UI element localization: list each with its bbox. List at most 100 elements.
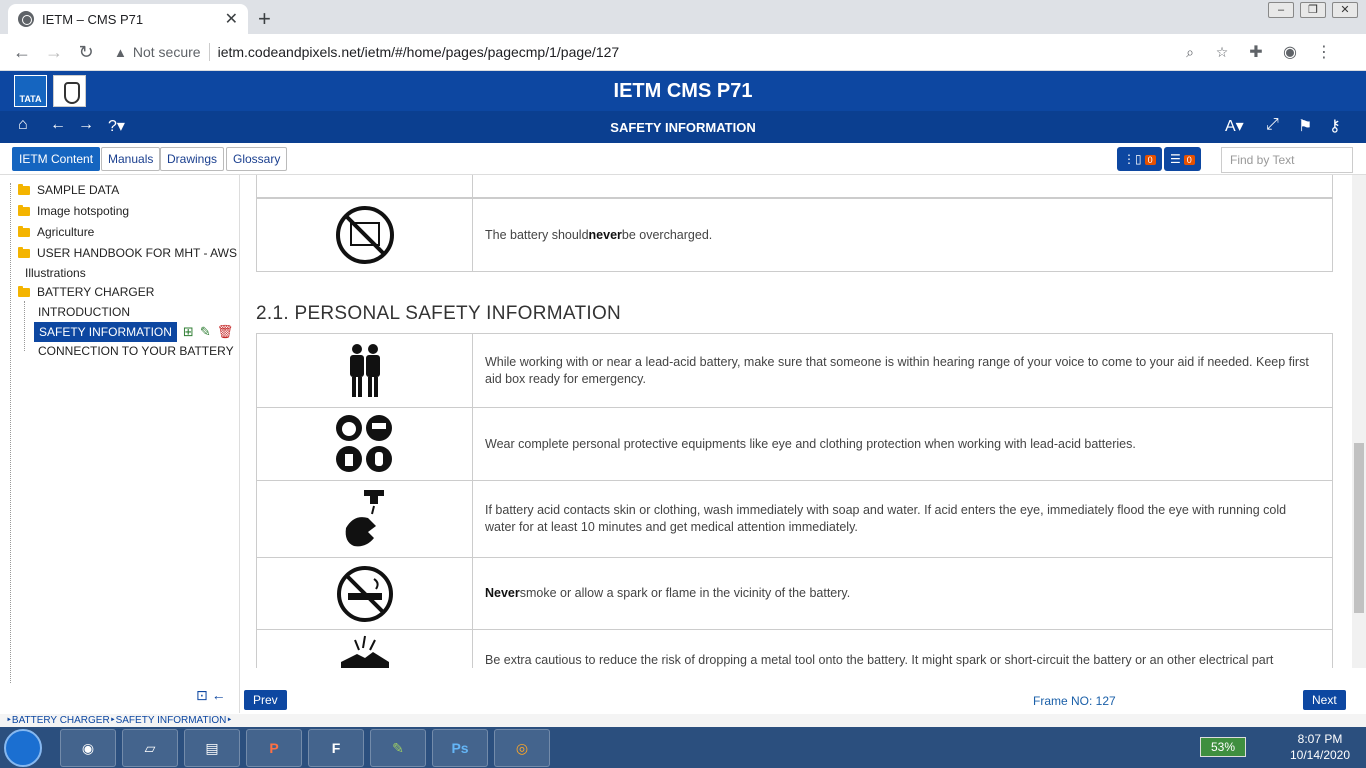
row-text-bold: Never <box>485 586 520 600</box>
folder-icon <box>18 183 30 195</box>
browser-tab[interactable]: IETM – CMS P71 ✕ <box>8 4 248 34</box>
profile-icon[interactable]: ◉ <box>1278 42 1302 62</box>
back-icon[interactable]: ← <box>10 42 34 63</box>
folder-icon <box>18 225 30 237</box>
tree-item-label: BATTERY CHARGER <box>37 285 155 299</box>
system-clock[interactable]: 8:07 PM 10/14/2020 <box>1285 731 1355 763</box>
icon-cell <box>257 558 473 629</box>
no-smoking-icon <box>336 565 393 622</box>
table-row: Wear complete personal protective equipm… <box>256 407 1333 481</box>
tree-item-label: Agriculture <box>37 225 95 239</box>
restore-button[interactable]: ❐ <box>1300 2 1326 18</box>
windows-taskbar: ◉ ▱ ▤ P F ✎ Ps ◎ 53% 8:07 PM 10/14/2020 <box>0 727 1366 768</box>
table-row: While working with or near a lead-acid b… <box>256 333 1333 408</box>
bookmark-icon[interactable]: ⚑ <box>1298 116 1312 136</box>
no-overcharge-icon <box>335 206 394 264</box>
icon-cell <box>257 481 473 557</box>
main-content: The battery should never be overcharged.… <box>240 175 1352 668</box>
tree-item-label: USER HANDBOOK FOR MHT - AWS <box>37 246 238 260</box>
start-button[interactable] <box>4 729 42 767</box>
add-page-icon[interactable]: ⊞ <box>183 324 194 340</box>
font-size-icon[interactable]: A▾ <box>1225 116 1244 136</box>
zoom-icon[interactable]: ⌕ <box>1178 44 1202 61</box>
close-tab-icon[interactable]: ✕ <box>225 9 238 29</box>
app-header: TATA IETM CMS P71 <box>0 71 1366 111</box>
omnibox[interactable]: ▲ Not secure ietm.codeandpixels.net/ietm… <box>114 38 1234 66</box>
tree-item-sample-data[interactable]: SAMPLE DATA <box>18 183 119 197</box>
tree-guide-line-child <box>24 301 25 351</box>
url-text[interactable]: ietm.codeandpixels.net/ietm/#/home/pages… <box>218 44 1170 60</box>
icon-cell <box>257 630 473 668</box>
breadcrumb[interactable]: ‣BATTERY CHARGER‣SAFETY INFORMATION‣ <box>0 714 1366 727</box>
tab-title: IETM – CMS P71 <box>42 11 144 27</box>
edit-icon[interactable]: ✎ <box>200 324 211 340</box>
new-tab-button[interactable]: + <box>258 6 271 32</box>
text-cell: While working with or near a lead-acid b… <box>485 354 1309 386</box>
icon-cell <box>257 199 473 271</box>
tree-item-agriculture[interactable]: Agriculture <box>18 225 94 239</box>
photoshop-icon[interactable]: Ps <box>432 729 488 767</box>
page-navigation: Prev Frame NO: 127 Next <box>240 690 1366 714</box>
powerpoint-icon[interactable]: P <box>246 729 302 767</box>
text-cell <box>473 175 1332 197</box>
sidebar-tree: SAMPLE DATA Image hotspoting Agriculture… <box>0 175 240 713</box>
delete-icon[interactable]: 🗑 <box>217 324 234 340</box>
fullscreen-icon[interactable]: ⤢ <box>1266 116 1279 134</box>
wash-hands-icon <box>345 490 384 547</box>
open-folder-icon <box>18 285 30 297</box>
ppe-equipment-icon <box>335 415 392 472</box>
window-controls: – ❐ ✕ <box>1268 2 1358 18</box>
app-title: IETM CMS P71 <box>613 80 753 102</box>
minimize-button[interactable]: – <box>1268 2 1294 18</box>
forward-icon[interactable]: → <box>42 42 66 63</box>
tree-item-safety-information[interactable]: SAFETY INFORMATION ⊞ ✎ 🗑 <box>34 322 233 342</box>
tree-item-user-handbook[interactable]: USER HANDBOOK FOR MHT - AWS <box>18 246 237 260</box>
chrome-icon[interactable]: ◉ <box>60 729 116 767</box>
row-text-bold: never <box>588 227 622 242</box>
next-button[interactable]: Next <box>1303 690 1346 710</box>
tab-drawings[interactable]: Drawings <box>160 147 225 171</box>
sticky-folder-icon[interactable]: ▱ <box>122 729 178 767</box>
bookmark-star-icon[interactable]: ☆ <box>1210 44 1234 61</box>
frame-number: Frame NO: 127 <box>1033 694 1116 708</box>
firefox-icon[interactable]: ◎ <box>494 729 550 767</box>
scrollbar-thumb[interactable] <box>1354 443 1364 613</box>
bookmarks-counter[interactable]: ⋮▯ 0 <box>1117 147 1162 171</box>
tree-item-illustrations[interactable]: Illustrations <box>25 266 86 280</box>
menu-icon[interactable]: ⋮ <box>1312 42 1336 62</box>
text-cell: The battery should never be overcharged. <box>473 199 1332 271</box>
table-row: Never smoke or allow a spark or flame in… <box>256 557 1333 630</box>
tab-manuals[interactable]: Manuals <box>101 147 161 171</box>
comments-counter[interactable]: ☰ 0 <box>1164 147 1201 171</box>
bookmarks-list-icon: ⋮▯ <box>1123 152 1142 166</box>
folder-icon <box>18 204 30 216</box>
tree-item-label: SAMPLE DATA <box>37 183 120 197</box>
reload-icon[interactable]: ↻ <box>74 42 98 63</box>
extensions-icon[interactable]: ✚ <box>1244 42 1268 62</box>
tab-ietm-content[interactable]: IETM Content <box>12 147 101 171</box>
content-scrollbar[interactable] <box>1352 175 1366 668</box>
find-text-input[interactable]: Find by Text <box>1221 147 1353 173</box>
table-row: Be extra cautious to reduce the risk of … <box>256 629 1333 668</box>
notepad-icon[interactable]: ✎ <box>370 729 426 767</box>
app-f-icon[interactable]: F <box>308 729 364 767</box>
battery-indicator[interactable]: 53% <box>1200 737 1246 757</box>
section-title: 2.1. PERSONAL SAFETY INFORMATION <box>256 303 622 324</box>
tree-guide-line <box>10 183 11 683</box>
file-explorer-icon[interactable]: ▤ <box>184 729 240 767</box>
tree-item-image-hotspoting[interactable]: Image hotspoting <box>18 204 129 218</box>
icon-cell <box>257 334 473 407</box>
window-close-button[interactable]: ✕ <box>1332 2 1358 18</box>
tree-item-battery-charger[interactable]: BATTERY CHARGER <box>18 285 154 299</box>
collapse-sidebar-icon[interactable]: ⊡ ← <box>196 687 226 704</box>
key-icon[interactable]: ⚷ <box>1329 116 1341 136</box>
app-subheader: ⌂ ← → ?▾ SAFETY INFORMATION A▾ ⤢ ⚑ ⚷ <box>0 111 1366 143</box>
tree-item-connection-battery[interactable]: CONNECTION TO YOUR BATTERY <box>38 344 234 358</box>
browser-tabstrip: IETM – CMS P71 ✕ + – ❐ ✕ <box>0 0 1366 34</box>
bookmark-count-badge: 0 <box>1144 155 1156 165</box>
text-cell: Be extra cautious to reduce the risk of … <box>485 653 1274 667</box>
row-text-post: be overcharged. <box>621 227 713 242</box>
tab-glossary[interactable]: Glossary <box>226 147 288 171</box>
tree-item-introduction[interactable]: INTRODUCTION <box>38 305 130 319</box>
prev-button[interactable]: Prev <box>244 690 287 710</box>
